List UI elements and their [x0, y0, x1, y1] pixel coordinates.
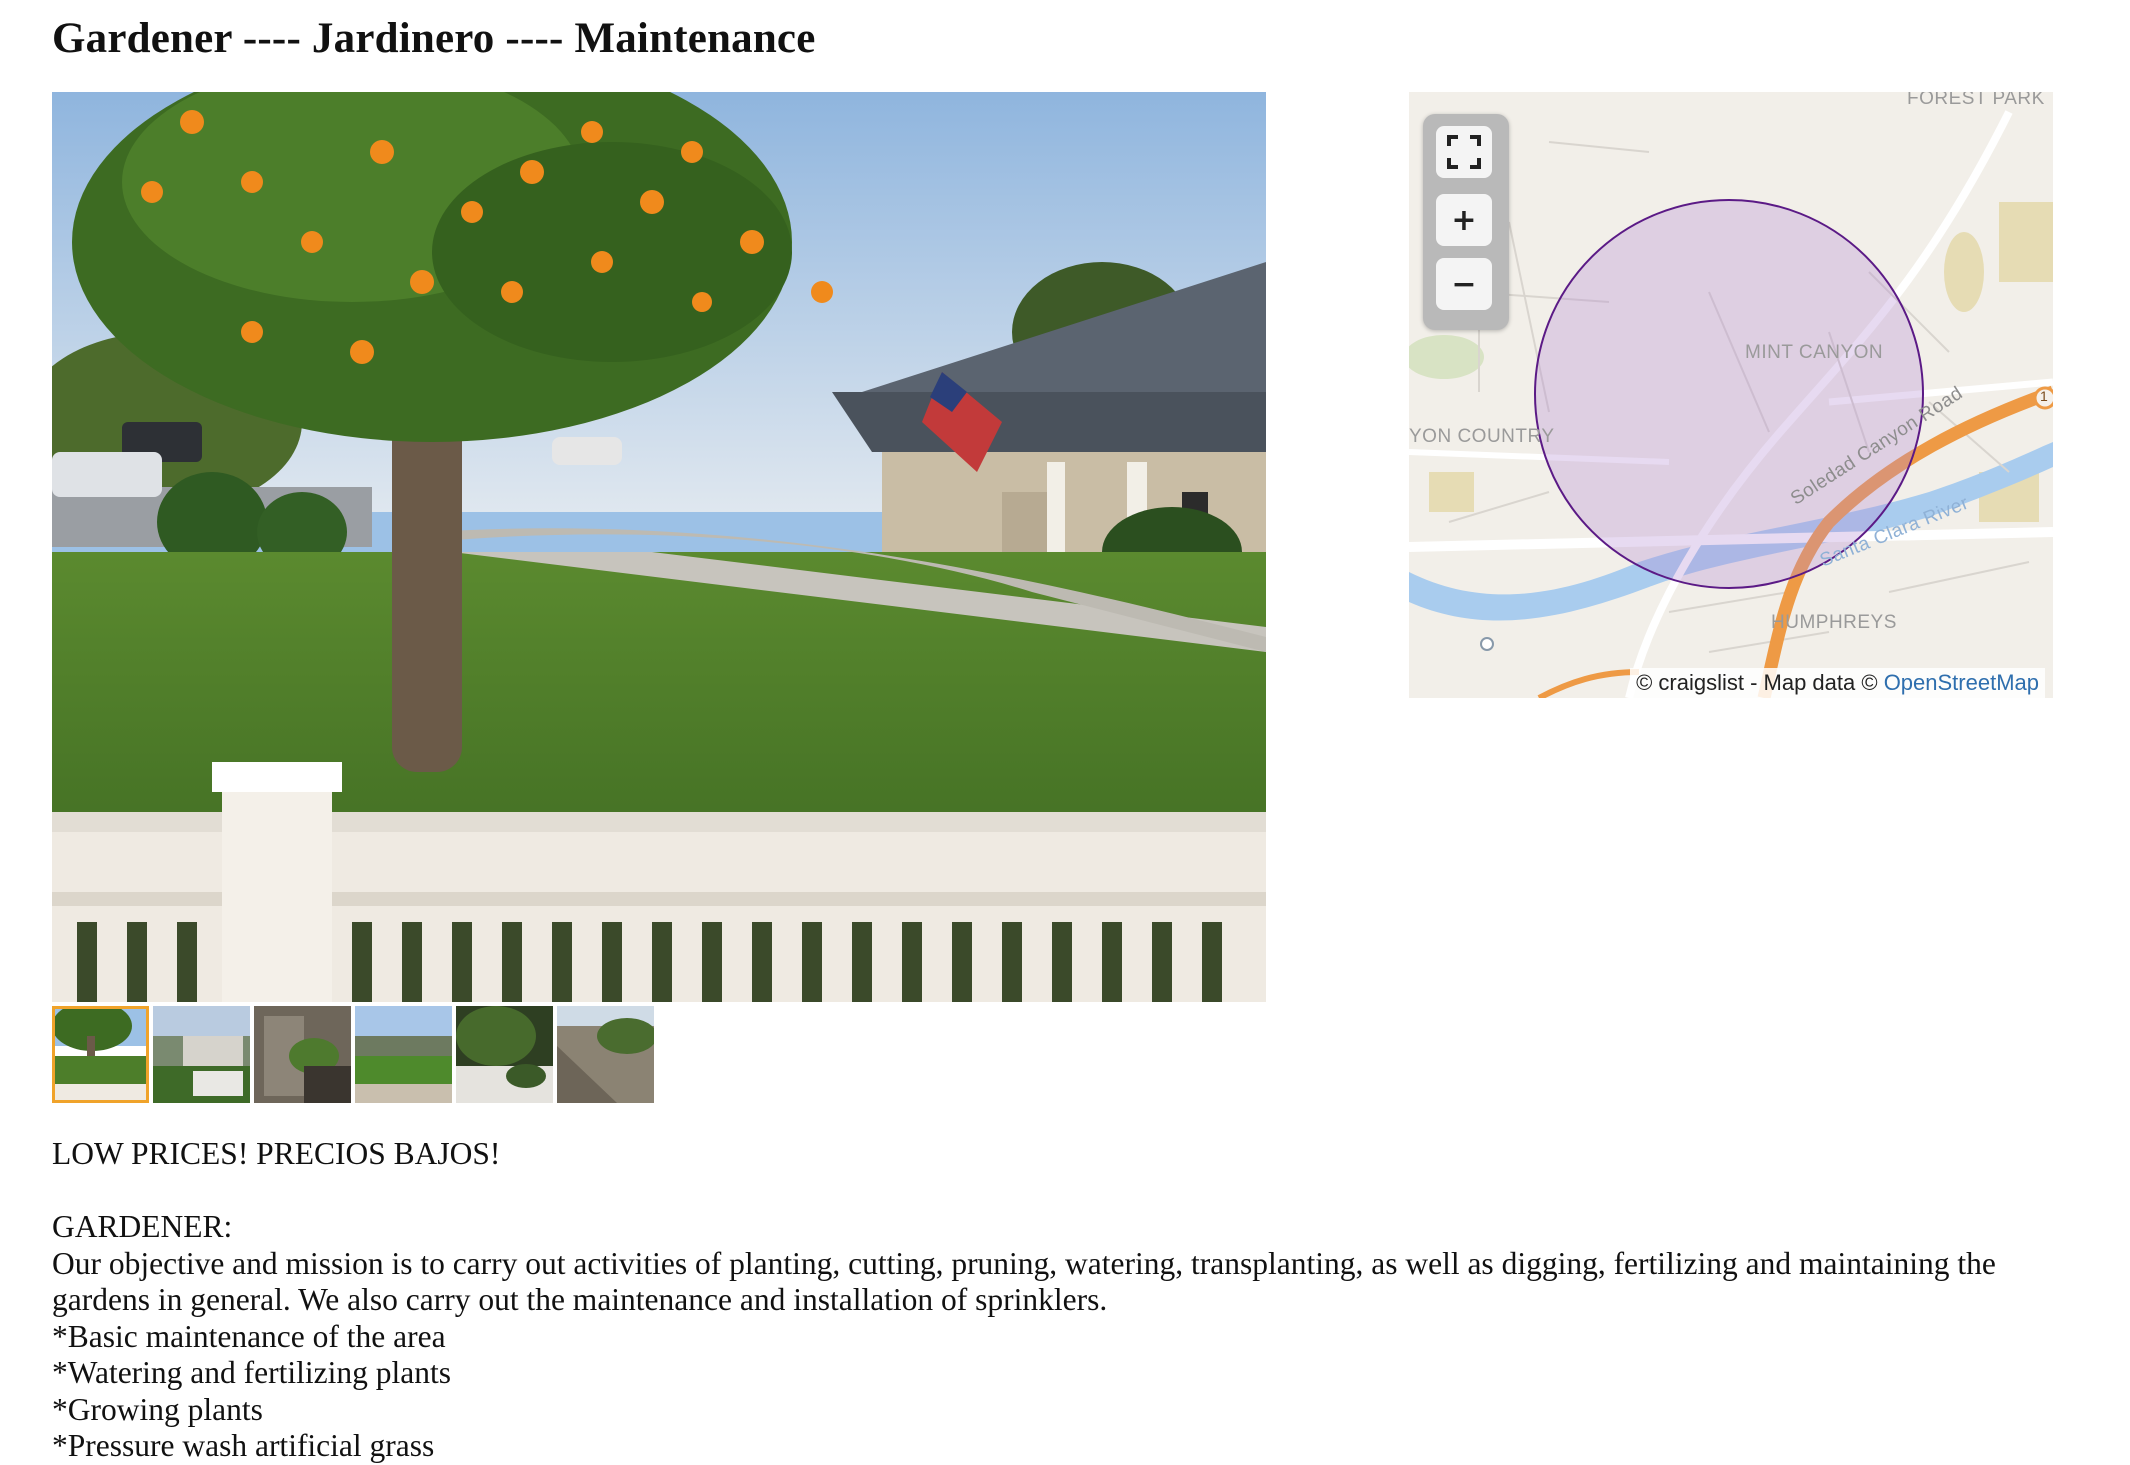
zoom-in-button[interactable]: +	[1436, 194, 1492, 246]
route-shield-label: 1	[2040, 388, 2049, 404]
fullscreen-icon	[1447, 135, 1481, 169]
thumbnail-5[interactable]	[456, 1006, 553, 1103]
thumbnail-strip	[52, 1006, 654, 1103]
map-attribution-text: © craigslist - Map data ©	[1636, 670, 1878, 695]
thumbnail-6[interactable]	[557, 1006, 654, 1103]
thumbnail-2[interactable]	[153, 1006, 250, 1103]
description-paragraph: Our objective and mission is to carry ou…	[52, 1245, 1996, 1318]
map-label-mint-canyon: MINT CANYON	[1745, 342, 1884, 363]
list-item: *Pressure wash artificial grass	[52, 1428, 435, 1463]
list-item: *Watering and fertilizing plants	[52, 1355, 451, 1390]
main-photo-image	[52, 92, 1266, 1002]
thumbnail-4[interactable]	[355, 1006, 452, 1103]
main-photo[interactable]	[52, 92, 1266, 1002]
page-title: Gardener ---- Jardinero ---- Maintenance	[52, 15, 816, 62]
map-controls: + −	[1423, 114, 1509, 330]
fullscreen-button[interactable]	[1436, 126, 1492, 178]
headline: LOW PRICES! PRECIOS BAJOS!	[52, 1136, 501, 1171]
thumbnail-1[interactable]	[52, 1006, 149, 1103]
zoom-out-button[interactable]: −	[1436, 258, 1492, 310]
posting-body: LOW PRICES! PRECIOS BAJOS! GARDENER: Our…	[52, 1136, 2032, 1465]
map-label-canyon-country: YON COUNTRY	[1409, 426, 1555, 447]
map-label-forest-park: FOREST PARK	[1907, 92, 2045, 109]
map-attribution: © craigslist - Map data © OpenStreetMap	[1630, 668, 2045, 698]
openstreetmap-link[interactable]: OpenStreetMap	[1884, 670, 2039, 695]
list-item: *Basic maintenance of the area	[52, 1318, 446, 1354]
location-map[interactable]: FOREST PARK MINT CANYON YON COUNTRY Sole…	[1409, 92, 2053, 698]
thumbnail-3[interactable]	[254, 1006, 351, 1103]
section-heading: GARDENER:	[52, 1209, 233, 1244]
list-item: *Growing plants	[52, 1391, 263, 1427]
map-label-humphreys: HUMPHREYS	[1771, 612, 1897, 633]
